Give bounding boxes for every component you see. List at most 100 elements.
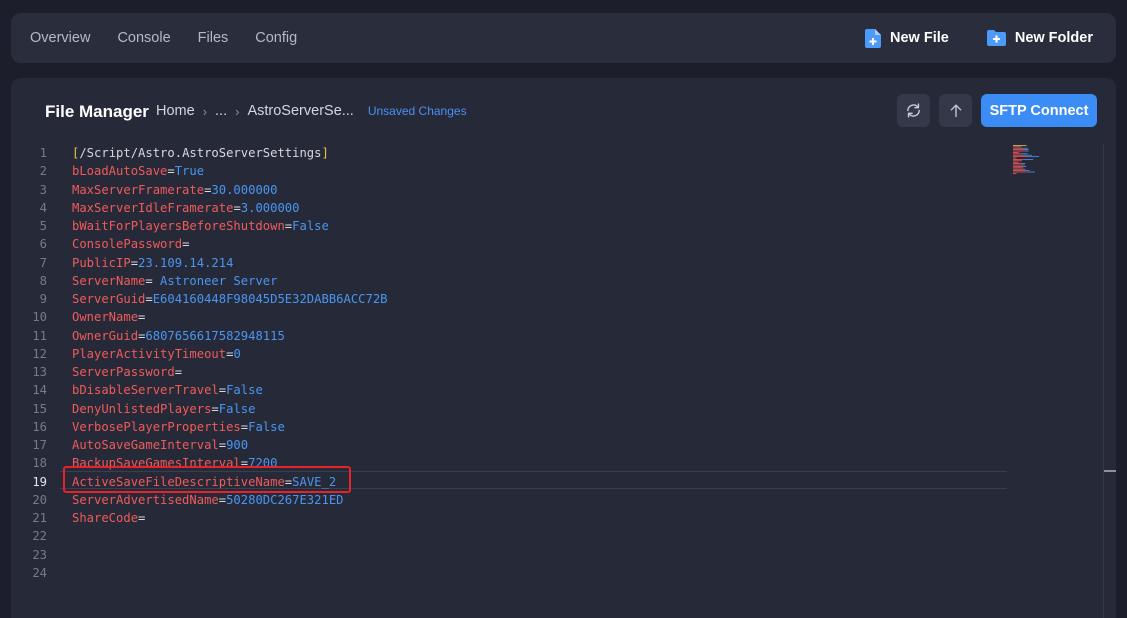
breadcrumb-ellipsis[interactable]: ...: [215, 103, 227, 119]
highlight-annotation: [63, 466, 351, 493]
code-line[interactable]: 8 ServerName= Astroneer Server: [11, 272, 1007, 290]
line-content: bWaitForPlayersBeforeShutdown=False: [72, 217, 329, 235]
vertical-scrollbar[interactable]: [1103, 144, 1117, 618]
code-line[interactable]: 15 DenyUnlistedPlayers=False: [11, 400, 1007, 418]
minimap-line: [1013, 170, 1027, 171]
nav-files[interactable]: Files: [198, 30, 229, 46]
equals-sign: =: [145, 273, 153, 288]
line-number: 2: [39, 164, 47, 179]
minimap-line: [1021, 153, 1028, 155]
equals-sign: =: [138, 310, 146, 325]
line-number: 14: [32, 383, 47, 398]
code-line[interactable]: 22: [11, 527, 1007, 545]
minimap-line: [1013, 160, 1022, 162]
line-number: 9: [39, 292, 47, 306]
code-line[interactable]: 6 ConsolePassword=: [11, 235, 1007, 253]
setting-value: 0: [233, 346, 241, 361]
line-content: AutoSaveGameInterval=900: [72, 436, 248, 454]
code-line[interactable]: 2 bLoadAutoSave=True: [11, 162, 1007, 180]
refresh-button[interactable]: [897, 94, 930, 127]
code-line[interactable]: 17 AutoSaveGameInterval=900: [11, 436, 1007, 454]
code-line[interactable]: 1 [/Script/Astro.AstroServerSettings]: [11, 144, 1007, 162]
minimap-line: [1013, 156, 1030, 157]
line-content: ServerGuid=E604160448F98045D5E32DABB6ACC…: [72, 290, 388, 308]
setting-value: 900: [226, 438, 249, 452]
code-line[interactable]: 5 bWaitForPlayersBeforeShutdown=False: [11, 217, 1007, 235]
line-number: 10: [32, 310, 47, 325]
new-folder-button[interactable]: New Folder: [986, 30, 1093, 46]
code-line[interactable]: 9 ServerGuid=E604160448F98045D5E32DABB6AC…: [11, 290, 1007, 308]
upload-button[interactable]: [939, 94, 972, 127]
line-content: MaxServerFramerate=30.000000: [72, 181, 277, 199]
code-line[interactable]: 12 PlayerActivityTimeout=0: [11, 345, 1007, 363]
line-number: 12: [32, 346, 47, 361]
nav-console[interactable]: Console: [117, 30, 170, 46]
minimap-line: [1026, 170, 1030, 171]
breadcrumb-home[interactable]: Home: [156, 103, 195, 119]
nav-overview[interactable]: Overview: [30, 30, 90, 46]
setting-key: ConsolePassword: [72, 237, 183, 252]
line-content: [/Script/Astro.AstroServerSettings]: [72, 144, 329, 162]
breadcrumb-current-file[interactable]: AstroServerSe...: [247, 103, 353, 119]
minimap-line: [1013, 167, 1022, 169]
minimap-line: [1023, 154, 1032, 156]
top-nav-bar: Overview Console Files Config New File N…: [11, 13, 1116, 63]
setting-value: True: [174, 164, 205, 179]
equals-sign: =: [218, 383, 227, 398]
minimap-line: [1013, 173, 1017, 174]
line-content: ServerName= Astroneer Server: [72, 272, 277, 290]
line-number: 1: [39, 146, 47, 160]
code-editor[interactable]: 1 [/Script/Astro.AstroServerSettings] 2 bLo…: [11, 144, 1116, 618]
line-number: 13: [32, 365, 47, 379]
code-line[interactable]: 3 MaxServerFramerate=30.000000: [11, 181, 1007, 199]
line-number: 8: [39, 273, 47, 288]
code-line[interactable]: 16 VerbosePlayerProperties=False: [11, 418, 1007, 436]
code-line[interactable]: 24: [11, 564, 1007, 582]
line-content: VerbosePlayerProperties=False: [72, 418, 285, 436]
code-line[interactable]: 20 ServerAdvertisedName=50280DC267E321ED: [11, 491, 1007, 509]
minimap-line: [1013, 150, 1027, 152]
setting-value: False: [292, 219, 329, 233]
minimap-line: [1013, 146, 1020, 148]
setting-value: False: [226, 383, 263, 398]
line-content: MaxServerIdleFramerate=3.000000: [72, 199, 299, 217]
minimap-line: [1019, 146, 1022, 148]
nav-config[interactable]: Config: [255, 30, 297, 46]
code-line[interactable]: 10 OwnerName=: [11, 308, 1007, 326]
setting-key: VerbosePlayerProperties: [72, 419, 241, 434]
minimap-line: [1013, 154, 1024, 156]
line-content: OwnerName=: [72, 308, 145, 326]
setting-key: bDisableServerTravel: [72, 383, 219, 398]
sftp-connect-button[interactable]: SFTP Connect: [981, 94, 1097, 127]
minimap-line: [1023, 168, 1026, 170]
code-line[interactable]: 13 ServerPassword=: [11, 363, 1007, 381]
minimap-line: [1013, 163, 1023, 164]
setting-value: 30.000000: [211, 182, 278, 197]
line-content: bDisableServerTravel=False: [72, 381, 263, 399]
equals-sign: =: [167, 164, 175, 179]
line-number: 20: [32, 492, 47, 507]
page-title: File Manager: [45, 102, 149, 121]
minimap-line: [1022, 164, 1025, 166]
minimap[interactable]: [1012, 144, 1052, 184]
new-file-button[interactable]: New File: [865, 28, 949, 48]
equals-sign: =: [138, 511, 146, 525]
setting-value: Astroneer Server: [152, 273, 278, 288]
line-number: 11: [32, 328, 47, 343]
minimap-line: [1013, 145, 1027, 146]
setting-value: E604160448F98045D5E32DABB6ACC72B: [152, 292, 388, 306]
code-line[interactable]: 23: [11, 546, 1007, 564]
code-line[interactable]: 21 ShareCode=: [11, 509, 1007, 527]
code-line[interactable]: 4 MaxServerIdleFramerate=3.000000: [11, 199, 1007, 217]
code-line[interactable]: 11 OwnerGuid=6807656617582948115: [11, 327, 1007, 345]
setting-key: ServerAdvertisedName: [72, 492, 219, 507]
minimap-line: [1013, 147, 1024, 149]
code-line[interactable]: 14 bDisableServerTravel=False: [11, 381, 1007, 399]
minimap-line: [1013, 152, 1019, 153]
line-content: bLoadAutoSave=True: [72, 162, 204, 180]
refresh-icon: [907, 103, 920, 118]
minimap-line: [1023, 166, 1027, 167]
line-content: ShareCode=: [72, 509, 145, 527]
code-line[interactable]: 7 PublicIP=23.109.14.214: [11, 254, 1007, 272]
minimap-line: [1022, 163, 1026, 164]
